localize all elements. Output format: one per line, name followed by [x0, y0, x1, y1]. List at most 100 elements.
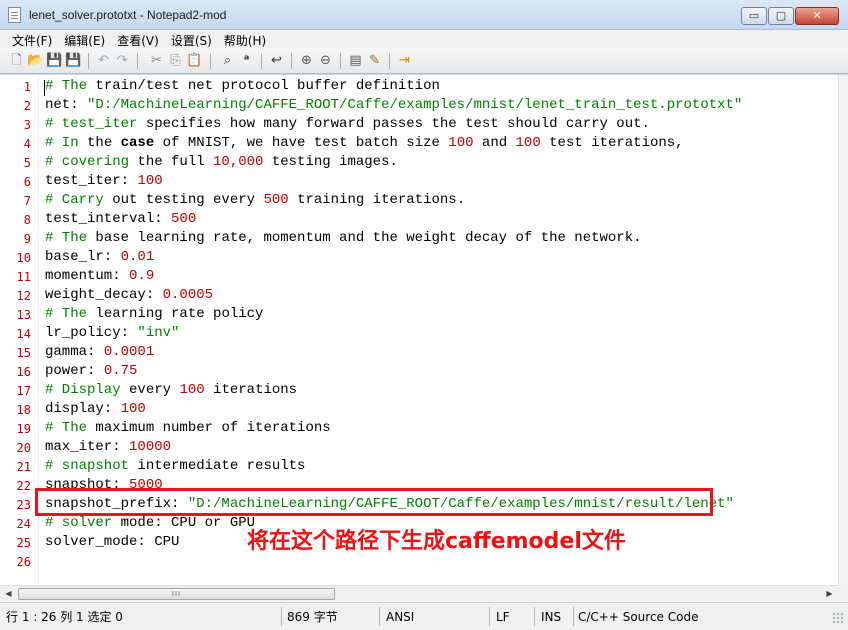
schemes-icon[interactable]: ▤	[347, 52, 364, 69]
vertical-scrollbar[interactable]	[838, 75, 848, 585]
word-wrap-icon[interactable]: ↩	[268, 52, 285, 69]
new-file-icon[interactable]: 🗋	[8, 52, 25, 69]
minimize-button[interactable]: ▭	[741, 7, 767, 25]
code-line[interactable]: # snapshot intermediate results	[45, 458, 305, 474]
code-token: 10000	[129, 439, 172, 455]
code-token: test_interval:	[45, 211, 172, 227]
menu-help[interactable]: 帮助(H)	[218, 30, 272, 48]
code-token: 0.01	[120, 249, 155, 265]
code-token: 100	[179, 382, 205, 398]
code-line[interactable]: # solver mode: CPU or GPU	[45, 515, 255, 531]
code-line[interactable]: momentum: 0.9	[45, 268, 154, 284]
menu-view[interactable]: 查看(V)	[111, 30, 165, 48]
code-line[interactable]: # The learning rate policy	[45, 306, 263, 322]
code-line[interactable]: # The maximum number of iterations	[45, 420, 331, 436]
code-line[interactable]: test_interval: 500	[45, 211, 196, 227]
exit-icon[interactable]: ⇥	[396, 52, 413, 69]
line-number: 16	[16, 365, 31, 379]
code-token: mode: CPU or GPU	[112, 515, 256, 531]
code-token: 500	[263, 192, 289, 208]
undo-icon[interactable]: ↶	[95, 52, 112, 69]
line-number: 17	[16, 384, 31, 398]
code-line[interactable]: # Carry out testing every 500 training i…	[45, 192, 465, 208]
code-line[interactable]: lr_policy: "inv"	[45, 325, 179, 341]
redo-icon[interactable]: ↷	[114, 52, 131, 69]
notepad-app-icon	[8, 7, 21, 23]
line-number: 3	[23, 118, 31, 132]
code-line[interactable]: net: "D:/MachineLearning/CAFFE_ROOT/Caff…	[45, 97, 742, 113]
toolbar: 🗋 📂 💾 💾 ↶ ↷ ✂ ⎘ 📋 ⌕ ᵃ ↩ ⊕ ⊖ ▤ ✎ ⇥	[0, 48, 848, 74]
code-token: momentum:	[45, 268, 130, 284]
status-line-ending[interactable]: LF	[496, 607, 510, 627]
line-number: 5	[23, 156, 31, 170]
replace-icon[interactable]: ᵃ	[238, 52, 255, 69]
status-divider	[573, 607, 574, 626]
code-token: intermediate results	[129, 458, 306, 474]
title-bar[interactable]: lenet_solver.prototxt - Notepad2-mod ▭ ▢…	[0, 0, 848, 30]
line-number: 11	[16, 270, 31, 284]
code-token: iterations	[204, 382, 298, 398]
code-token: 100	[515, 135, 541, 151]
save-icon[interactable]: 💾	[65, 52, 82, 69]
open-folder-icon[interactable]: 📂	[27, 52, 44, 69]
horizontal-scrollbar[interactable]: ◀ III ▶	[0, 585, 838, 602]
status-lexer[interactable]: C/C++ Source Code	[578, 607, 698, 627]
code-token: of MNIST, we have test batch size	[154, 135, 449, 151]
line-number: 2	[23, 99, 31, 113]
code-line[interactable]: # In the case of MNIST, we have test bat…	[45, 135, 684, 151]
code-line[interactable]: # test_iter specifies how many forward p…	[45, 116, 650, 132]
code-line[interactable]: solver_mode: CPU	[45, 534, 179, 550]
line-number: 7	[23, 194, 31, 208]
status-position[interactable]: 行 1 : 26 列 1 选定 0	[6, 607, 123, 627]
copy-icon[interactable]: ⎘	[167, 52, 184, 69]
cut-icon[interactable]: ✂	[148, 52, 165, 69]
code-line[interactable]: # The train/test net protocol buffer def…	[45, 78, 440, 94]
status-encoding[interactable]: ANSI	[386, 607, 414, 627]
menu-settings[interactable]: 设置(S)	[165, 30, 218, 48]
status-divider	[534, 607, 535, 626]
maximize-button[interactable]: ▢	[768, 7, 794, 25]
code-line[interactable]: power: 0.75	[45, 363, 137, 379]
menu-file[interactable]: 文件(F)	[6, 30, 58, 48]
horizontal-scroll-thumb[interactable]: III	[18, 588, 335, 600]
editor-area[interactable]: 1 2 3 4 5 6 7 8 9 10 11 12 13 14 15 16 17 18 19 20 21 22 23 24 2…	[0, 75, 838, 585]
code-token: 0.0001	[103, 344, 155, 360]
code-line[interactable]: max_iter: 10000	[45, 439, 171, 455]
code-token: # The	[45, 420, 88, 436]
code-line[interactable]: gamma: 0.0001	[45, 344, 154, 360]
zoom-in-icon[interactable]: ⊕	[298, 52, 315, 69]
line-number-gutter: 1 2 3 4 5 6 7 8 9 10 11 12 13 14 15 16 17 18 19 20 21 22 23 24 2…	[0, 75, 38, 585]
status-insert-mode[interactable]: INS	[541, 607, 561, 627]
code-line[interactable]: # The base learning rate, momentum and t…	[45, 230, 642, 246]
code-line[interactable]: weight_decay: 0.0005	[45, 287, 213, 303]
customize-icon[interactable]: ✎	[366, 52, 383, 69]
code-token: case	[120, 135, 155, 151]
browse-icon[interactable]: 💾	[46, 52, 63, 69]
paste-icon[interactable]: 📋	[186, 52, 203, 69]
code-token: # covering	[45, 154, 130, 170]
status-divider	[489, 607, 490, 626]
code-token: train/test net protocol buffer definitio…	[87, 78, 440, 94]
code-line[interactable]: base_lr: 0.01	[45, 249, 154, 265]
toolbar-separator	[389, 53, 390, 69]
line-number: 12	[16, 289, 31, 303]
find-icon[interactable]: ⌕	[219, 52, 236, 69]
line-number: 4	[23, 137, 31, 151]
zoom-out-icon[interactable]: ⊖	[317, 52, 334, 69]
resize-grip-icon[interactable]	[832, 612, 844, 624]
scroll-right-arrow-icon[interactable]: ▶	[821, 586, 838, 602]
close-button[interactable]: ✕	[795, 7, 839, 25]
code-token: # The	[45, 78, 88, 94]
scroll-left-arrow-icon[interactable]: ◀	[0, 586, 17, 602]
code-token: power:	[45, 363, 104, 379]
code-line[interactable]: # covering the full 10,000 testing image…	[45, 154, 398, 170]
line-number: 20	[16, 441, 31, 455]
code-line[interactable]: # Display every 100 iterations	[45, 382, 297, 398]
code-token: display:	[45, 401, 121, 417]
code-line[interactable]: display: 100	[45, 401, 146, 417]
menu-edit[interactable]: 编辑(E)	[58, 30, 111, 48]
scrollbar-corner	[838, 585, 848, 602]
line-number: 26	[16, 555, 31, 569]
line-number: 6	[23, 175, 31, 189]
code-line[interactable]: test_iter: 100	[45, 173, 163, 189]
